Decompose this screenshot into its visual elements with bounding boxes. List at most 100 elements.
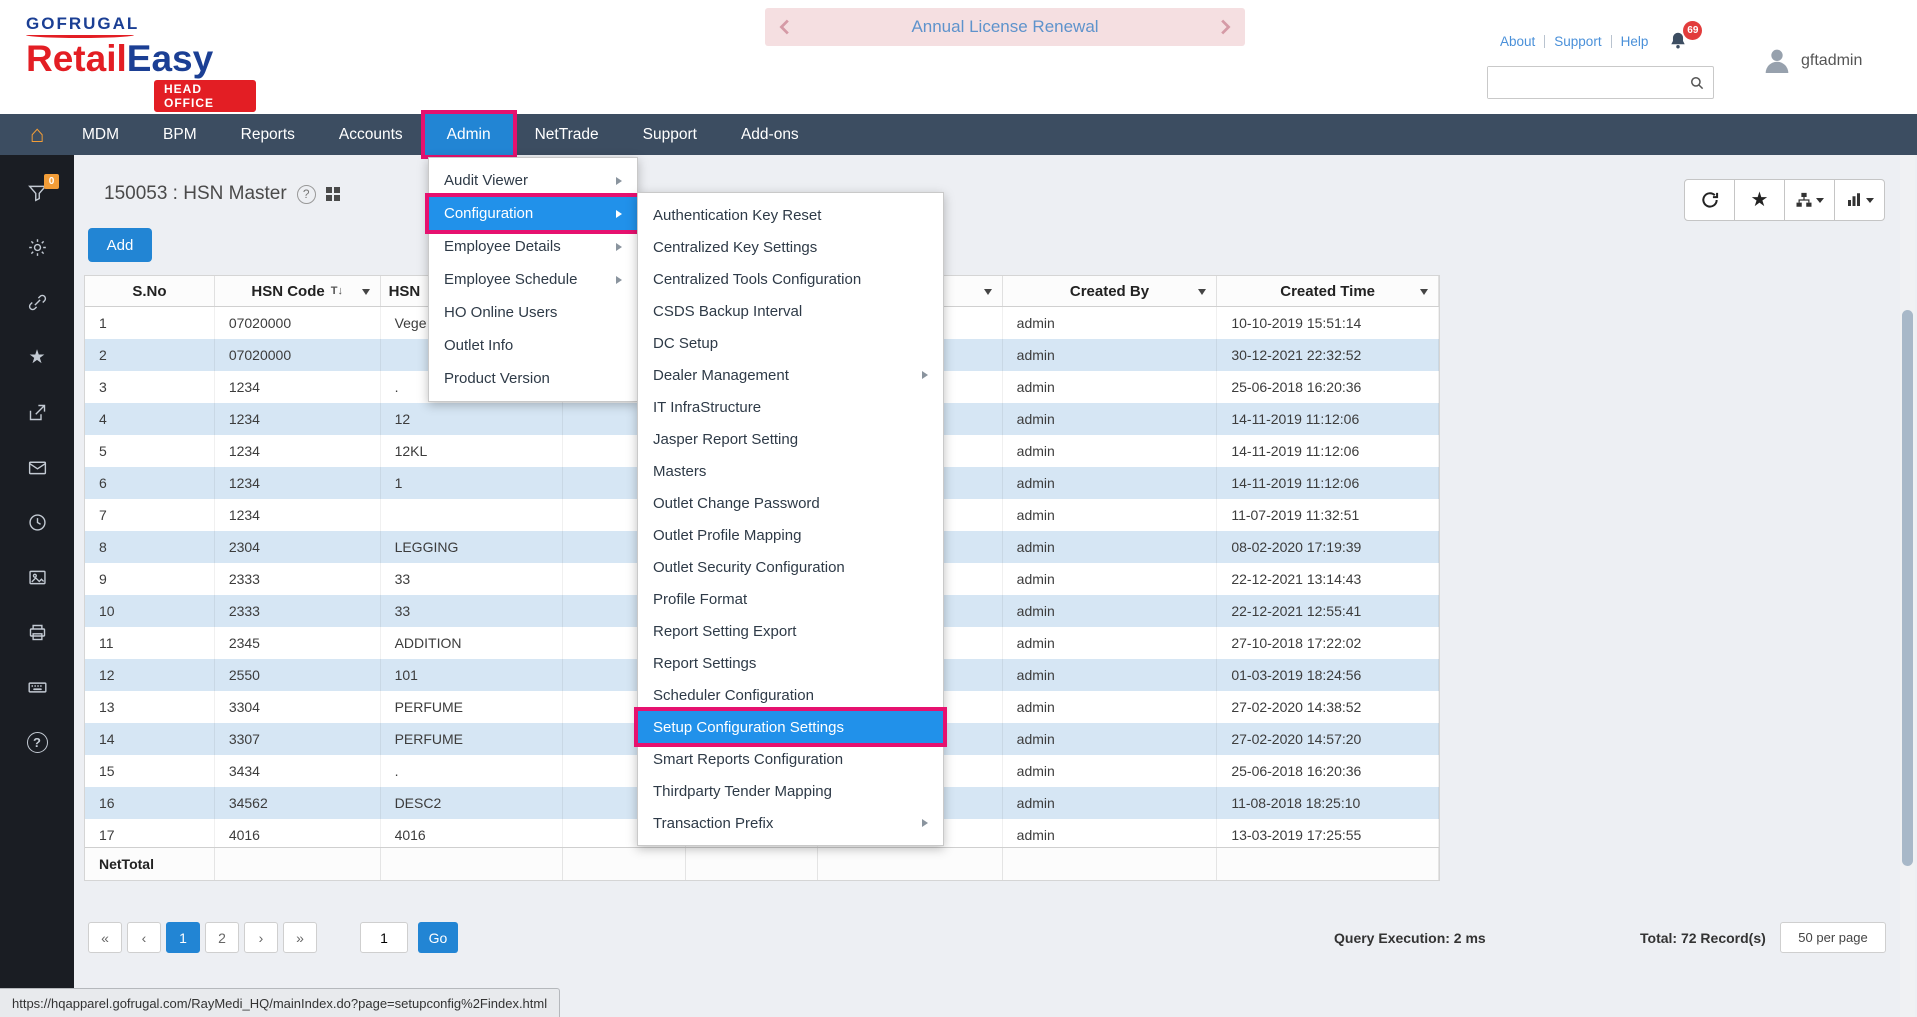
configuration-menu-item[interactable]: Dealer Management	[638, 359, 943, 391]
user-menu[interactable]: gftadmin	[1760, 44, 1862, 78]
configuration-menu-item[interactable]: Centralized Key Settings	[638, 231, 943, 263]
image-icon[interactable]	[26, 566, 48, 588]
search-icon[interactable]	[1688, 74, 1706, 92]
created-time-cell: 10-10-2019 15:51:14	[1217, 307, 1439, 339]
mail-icon[interactable]	[26, 456, 48, 478]
per-page-select[interactable]: 50 per page	[1780, 922, 1886, 953]
column-header[interactable]: Created By T↓	[1003, 276, 1218, 306]
hierarchy-button[interactable]	[1784, 179, 1835, 221]
clock-icon[interactable]	[26, 511, 48, 533]
admin-menu-item[interactable]: Audit Viewer	[429, 164, 637, 197]
page-button-2[interactable]: 2	[205, 922, 239, 953]
page-button-1[interactable]: 1	[166, 922, 200, 953]
sno-cell: 1	[85, 307, 215, 339]
admin-menu-item[interactable]: Employee Schedule	[429, 263, 637, 296]
brand-text: GOFRUGAL	[26, 14, 256, 34]
configuration-menu-item[interactable]: DC Setup	[638, 327, 943, 359]
banner-prev-icon[interactable]	[775, 16, 797, 38]
nav-item[interactable]: NetTrade	[513, 114, 621, 155]
notification-bell[interactable]: 69	[1667, 30, 1689, 52]
nav-item[interactable]: Add-ons	[719, 114, 821, 155]
filter-caret-icon[interactable]	[362, 289, 370, 295]
configuration-menu-item[interactable]: IT InfraStructure	[638, 391, 943, 423]
admin-menu-item[interactable]: Outlet Info	[429, 329, 637, 362]
nav-item[interactable]: MDM	[60, 114, 141, 155]
admin-menu-item[interactable]: Configuration	[429, 197, 637, 230]
admin-menu-item[interactable]: Employee Details	[429, 230, 637, 263]
nav-item[interactable]: BPM	[141, 114, 219, 155]
search-input[interactable]	[1488, 67, 1688, 98]
sno-cell: 17	[85, 819, 215, 847]
created-by-cell: admin	[1003, 723, 1218, 755]
configuration-menu-item[interactable]: Thirdparty Tender Mapping	[638, 775, 943, 807]
last-page-button[interactable]: »	[283, 922, 317, 953]
office-tag: HEAD OFFICE	[154, 80, 256, 112]
support-link[interactable]: Support	[1554, 34, 1601, 49]
title-help-icon[interactable]: ?	[297, 185, 316, 204]
share-icon[interactable]	[26, 401, 48, 423]
grid-view-icon[interactable]	[326, 187, 340, 201]
configuration-menu-item[interactable]: Centralized Tools Configuration	[638, 263, 943, 295]
configuration-menu-item[interactable]: Smart Reports Configuration	[638, 743, 943, 775]
hsn-code-cell: 4016	[215, 819, 381, 847]
nav-item[interactable]: Admin	[425, 114, 513, 155]
help-link[interactable]: Help	[1621, 34, 1649, 49]
configuration-menu-item[interactable]: Setup Configuration Settings	[638, 711, 943, 743]
created-by-cell: admin	[1003, 819, 1218, 847]
hsn-desc-cell: DESC2	[381, 787, 564, 819]
configuration-menu-item[interactable]: Outlet Change Password	[638, 487, 943, 519]
about-link[interactable]: About	[1500, 34, 1535, 49]
nettotal-row: NetTotal	[85, 847, 1439, 880]
printer-icon[interactable]	[26, 621, 48, 643]
hsn-code-cell: 1234	[215, 435, 381, 467]
keyboard-icon[interactable]	[26, 676, 48, 698]
configuration-menu-item[interactable]: CSDS Backup Interval	[638, 295, 943, 327]
next-page-button[interactable]: ›	[244, 922, 278, 953]
configuration-menu-item[interactable]: Report Settings	[638, 647, 943, 679]
refresh-button[interactable]	[1684, 179, 1735, 221]
home-icon[interactable]: ⌂	[14, 114, 60, 155]
configuration-menu-item[interactable]: Outlet Security Configuration	[638, 551, 943, 583]
favorite-button[interactable]: ★	[1734, 179, 1785, 221]
prev-page-button[interactable]: ‹	[127, 922, 161, 953]
created-time-cell: 22-12-2021 13:14:43	[1217, 563, 1439, 595]
goto-page-input[interactable]	[360, 922, 408, 953]
column-header[interactable]: Created Time T↓	[1217, 276, 1439, 306]
first-page-button[interactable]: «	[88, 922, 122, 953]
banner-next-icon[interactable]	[1213, 16, 1235, 38]
configuration-menu-item[interactable]: Outlet Profile Mapping	[638, 519, 943, 551]
admin-menu-item[interactable]: HO Online Users	[429, 296, 637, 329]
help-icon[interactable]: ?	[26, 731, 48, 753]
go-button[interactable]: Go	[418, 922, 458, 953]
star-icon[interactable]: ★	[26, 346, 48, 368]
nav-item[interactable]: Accounts	[317, 114, 425, 155]
link-icon[interactable]	[26, 291, 48, 313]
filter-caret-icon[interactable]	[1420, 289, 1428, 295]
chart-button[interactable]	[1834, 179, 1885, 221]
filter-caret-icon[interactable]	[984, 289, 992, 295]
sno-cell: 5	[85, 435, 215, 467]
gear-icon[interactable]	[26, 236, 48, 258]
admin-menu-item[interactable]: Product Version	[429, 362, 637, 395]
sort-icon[interactable]: T↓	[331, 285, 343, 297]
filter-icon[interactable]: 0	[26, 181, 48, 203]
configuration-menu-item[interactable]: Scheduler Configuration	[638, 679, 943, 711]
configuration-menu-item[interactable]: Transaction Prefix	[638, 807, 943, 839]
configuration-menu-item[interactable]: Report Setting Export	[638, 615, 943, 647]
filter-caret-icon[interactable]	[1198, 289, 1206, 295]
created-time-cell: 11-07-2019 11:32:51	[1217, 499, 1439, 531]
notification-badge: 69	[1683, 21, 1702, 40]
column-header[interactable]: HSN Code T↓	[215, 276, 381, 306]
hsn-code-cell: 1234	[215, 403, 381, 435]
configuration-menu-item[interactable]: Authentication Key Reset	[638, 199, 943, 231]
configuration-menu-item[interactable]: Jasper Report Setting	[638, 423, 943, 455]
configuration-menu-item[interactable]: Profile Format	[638, 583, 943, 615]
license-banner: Annual License Renewal	[765, 8, 1245, 46]
nav-item[interactable]: Support	[621, 114, 719, 155]
nav-item[interactable]: Reports	[219, 114, 317, 155]
column-header[interactable]: S.No T↓	[85, 276, 215, 306]
configuration-menu-item[interactable]: Masters	[638, 455, 943, 487]
scrollbar-thumb[interactable]	[1902, 310, 1913, 866]
created-time-cell: 25-06-2018 16:20:36	[1217, 755, 1439, 787]
add-button[interactable]: Add	[88, 228, 152, 262]
